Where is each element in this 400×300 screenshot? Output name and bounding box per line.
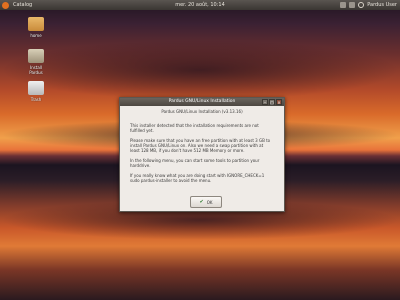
desktop-icon-label: Trash bbox=[30, 97, 42, 102]
desktop-icon-trash[interactable]: Trash bbox=[24, 81, 48, 102]
network-icon[interactable] bbox=[340, 2, 347, 8]
ok-button[interactable]: ✔ OK bbox=[190, 196, 222, 208]
top-panel: Catalog mer. 20 août, 10:14 Pardus User bbox=[0, 0, 400, 10]
trash-icon bbox=[28, 81, 44, 95]
desktop-icon-label: Install Pardus bbox=[29, 65, 43, 75]
dialog-content: Pardus GNU/Linux Installation (v3.13.16)… bbox=[120, 106, 284, 183]
close-button[interactable]: × bbox=[276, 99, 282, 105]
desktop-icon-label: home bbox=[30, 33, 42, 38]
power-icon[interactable] bbox=[358, 2, 365, 8]
maximize-button[interactable]: □ bbox=[269, 99, 275, 105]
package-icon bbox=[28, 49, 44, 63]
dialog-title: Pardus GNU/Linux Installation bbox=[168, 99, 236, 104]
desktop-icon-home[interactable]: home bbox=[24, 17, 48, 38]
dialog-heading: Pardus GNU/Linux Installation (v3.13.16) bbox=[161, 109, 243, 114]
dialog-titlebar[interactable]: Pardus GNU/Linux Installation – □ × bbox=[120, 98, 284, 106]
ok-button-label: OK bbox=[206, 199, 213, 205]
checkmark-icon: ✔ bbox=[199, 199, 204, 205]
sky-cloud-band bbox=[0, 40, 400, 100]
dialog-paragraph: If you really know what you are doing st… bbox=[130, 173, 265, 183]
desktop-icon-install[interactable]: Install Pardus bbox=[24, 49, 48, 75]
dialog-paragraph: Please make sure that you have an free p… bbox=[130, 138, 271, 153]
dialog-paragraph: In the following menu, you can start som… bbox=[130, 158, 260, 168]
minimize-button[interactable]: – bbox=[262, 99, 268, 105]
installer-dialog: Pardus GNU/Linux Installation – □ × Pard… bbox=[119, 97, 285, 212]
folder-icon bbox=[28, 17, 44, 31]
user-menu[interactable]: Pardus User bbox=[367, 0, 397, 10]
volume-icon[interactable] bbox=[349, 2, 356, 8]
dialog-paragraph: This installer detected that the install… bbox=[130, 123, 259, 133]
